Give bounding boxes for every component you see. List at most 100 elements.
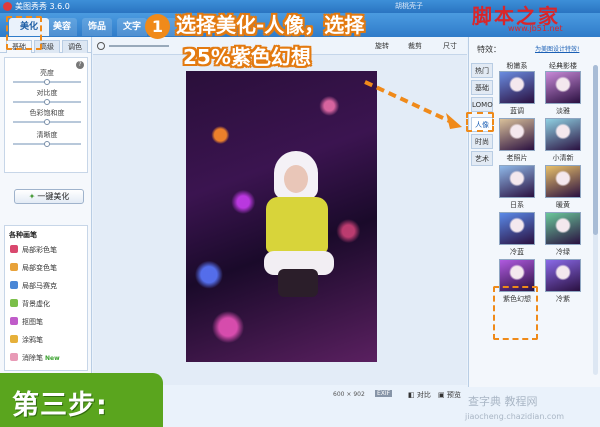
photo-legs (278, 269, 318, 297)
brush-doodle[interactable]: 涂鸦笔 (10, 334, 88, 346)
brush-background-blur[interactable]: 背景虚化 (10, 298, 88, 310)
blur-icon (10, 299, 18, 307)
contrast-label: 对比度 (36, 89, 58, 97)
adjust-sliders-box: ? 亮度 对比度 色彩饱和度 清晰度 (4, 57, 88, 173)
rotate-button[interactable]: 旋转 (375, 41, 389, 51)
sharpness-slider-thumb[interactable] (44, 141, 50, 147)
effect-preview (546, 72, 580, 103)
effect-thumb-fresh[interactable] (545, 118, 581, 151)
effect-label: 小清新 (552, 154, 574, 162)
brush-label: 局部变色笔 (22, 264, 57, 272)
brush-label: 局部彩色笔 (22, 246, 57, 254)
cutout-icon (10, 317, 18, 325)
bottom-watermark-url: jiaocheng.chazidian.com (465, 412, 565, 421)
brush-cutout[interactable]: 抠图笔 (10, 316, 88, 328)
saturation-label: 色彩饱和度 (29, 109, 65, 117)
brightness-label: 亮度 (40, 69, 54, 77)
contrast-slider[interactable] (13, 99, 81, 105)
side-tab-hot[interactable]: 热门 (471, 63, 493, 78)
mosaic-icon (10, 281, 18, 289)
effect-thumb-oldphoto[interactable] (499, 118, 535, 151)
saturation-slider-thumb[interactable] (44, 119, 50, 125)
design-effects-link[interactable]: 为美图设计特效! (535, 44, 579, 53)
edited-photo[interactable] (186, 71, 377, 362)
highlight-beautify-tab (6, 16, 42, 50)
effect-preview (546, 213, 580, 244)
effect-label: 暖黄 (556, 201, 570, 209)
one-key-beautify-label: 一键美化 (37, 192, 70, 201)
user-name[interactable]: 胡桃壳子 (395, 1, 423, 12)
step-banner-text: 第三步: (12, 390, 108, 421)
brightness-slider-thumb[interactable] (44, 79, 50, 85)
effects-scroll-thumb[interactable] (593, 65, 598, 235)
effect-preview (500, 213, 534, 244)
brush-label: 局部马赛克 (22, 282, 57, 290)
contrast-slider-thumb[interactable] (44, 99, 50, 105)
effect-label: 蓝调 (510, 107, 524, 115)
effect-label: 日系 (510, 201, 524, 209)
effect-label: 淡雅 (556, 107, 570, 115)
compare-button[interactable]: ◧ 对比 (408, 390, 431, 400)
side-tab-lomo[interactable]: LOMO (471, 97, 493, 112)
effect-label: 冷蓝 (510, 248, 524, 256)
instruction-line-1: 选择美化-人像，选择 (176, 13, 365, 37)
effect-label: 经典影楼 (549, 62, 577, 70)
saturation-slider[interactable] (13, 119, 81, 125)
crop-button[interactable]: 裁剪 (408, 41, 422, 51)
brightness-slider[interactable] (13, 79, 81, 85)
effect-preview (546, 119, 580, 150)
app-logo-icon (3, 2, 12, 11)
effect-label: 粉嫩系 (506, 62, 528, 70)
side-tab-art[interactable]: 艺术 (471, 151, 493, 166)
photo-face (284, 165, 308, 193)
brush-eraser[interactable]: 消除笔 New (10, 352, 88, 364)
bottom-watermark: 查字典 教程网 (468, 395, 538, 408)
effect-preview (546, 166, 580, 197)
effect-label: 冷绿 (556, 248, 570, 256)
effect-thumb-warm[interactable] (545, 165, 581, 198)
highlight-portrait-tab (466, 112, 494, 132)
tab-text[interactable]: 文字 (117, 18, 147, 36)
side-tab-basic[interactable]: 基础 (471, 80, 493, 95)
exif-button[interactable]: EXIF (375, 390, 393, 397)
magic-wand-icon: ✦ (28, 192, 36, 201)
new-badge: New (45, 355, 60, 362)
left-adjust-panel: 基础 高级 调色 ? 亮度 对比度 色彩饱和度 清晰度 ✦ 一键美化 各种画笔 局… (0, 37, 92, 427)
brush-label: 抠图笔 (22, 318, 43, 326)
brush-local-color[interactable]: 局部彩色笔 (10, 244, 88, 256)
effect-thumb-japanese[interactable] (499, 165, 535, 198)
effect-label: 冷紫 (556, 295, 570, 303)
effects-title: 特效： (477, 45, 501, 54)
highlight-purple-fantasy (493, 286, 538, 340)
zoom-icon[interactable] (97, 42, 105, 50)
canvas-area: 600 × 902 EXIF ◧ 对比 ▣ 预览 (93, 55, 467, 399)
effects-scrollbar[interactable] (593, 65, 598, 375)
zoom-slider[interactable] (109, 45, 169, 47)
brush-label: 背景虚化 (22, 300, 50, 308)
tab-beauty[interactable]: 美容 (47, 18, 77, 36)
pen-icon (10, 335, 18, 343)
brush-local-recolor[interactable]: 局部变色笔 (10, 262, 88, 274)
preview-button[interactable]: ▣ 预览 (438, 390, 461, 400)
effect-thumb-coldpurple[interactable] (545, 259, 581, 292)
effect-thumb-studio[interactable] (545, 71, 581, 104)
effect-thumb-coldgreen[interactable] (545, 212, 581, 245)
photo-jacket (266, 197, 328, 253)
effect-preview (500, 119, 534, 150)
effect-thumb-pink[interactable] (499, 71, 535, 104)
resize-button[interactable]: 尺寸 (443, 41, 457, 51)
effect-thumb-coldblue[interactable] (499, 212, 535, 245)
tab-decorations[interactable]: 饰品 (82, 18, 112, 36)
instruction-line-2: 25%紫色幻想 (183, 45, 311, 69)
subtab-color[interactable]: 调色 (62, 40, 88, 53)
window-title: 美图秀秀 3.6.0 (15, 2, 70, 11)
brush-tools-title: 各种画笔 (9, 231, 37, 239)
eraser-icon (10, 353, 18, 361)
photo-subject (264, 151, 334, 301)
one-key-beautify-button[interactable]: ✦ 一键美化 (14, 189, 84, 204)
brush-mosaic[interactable]: 局部马赛克 (10, 280, 88, 292)
effect-label: 老照片 (506, 154, 528, 162)
side-tab-fashion[interactable]: 时尚 (471, 134, 493, 149)
sharpness-slider[interactable] (13, 141, 81, 147)
brush-tools-box: 各种画笔 局部彩色笔 局部变色笔 局部马赛克 背景虚化 抠图笔 涂鸦笔 消除笔 N… (4, 225, 88, 371)
